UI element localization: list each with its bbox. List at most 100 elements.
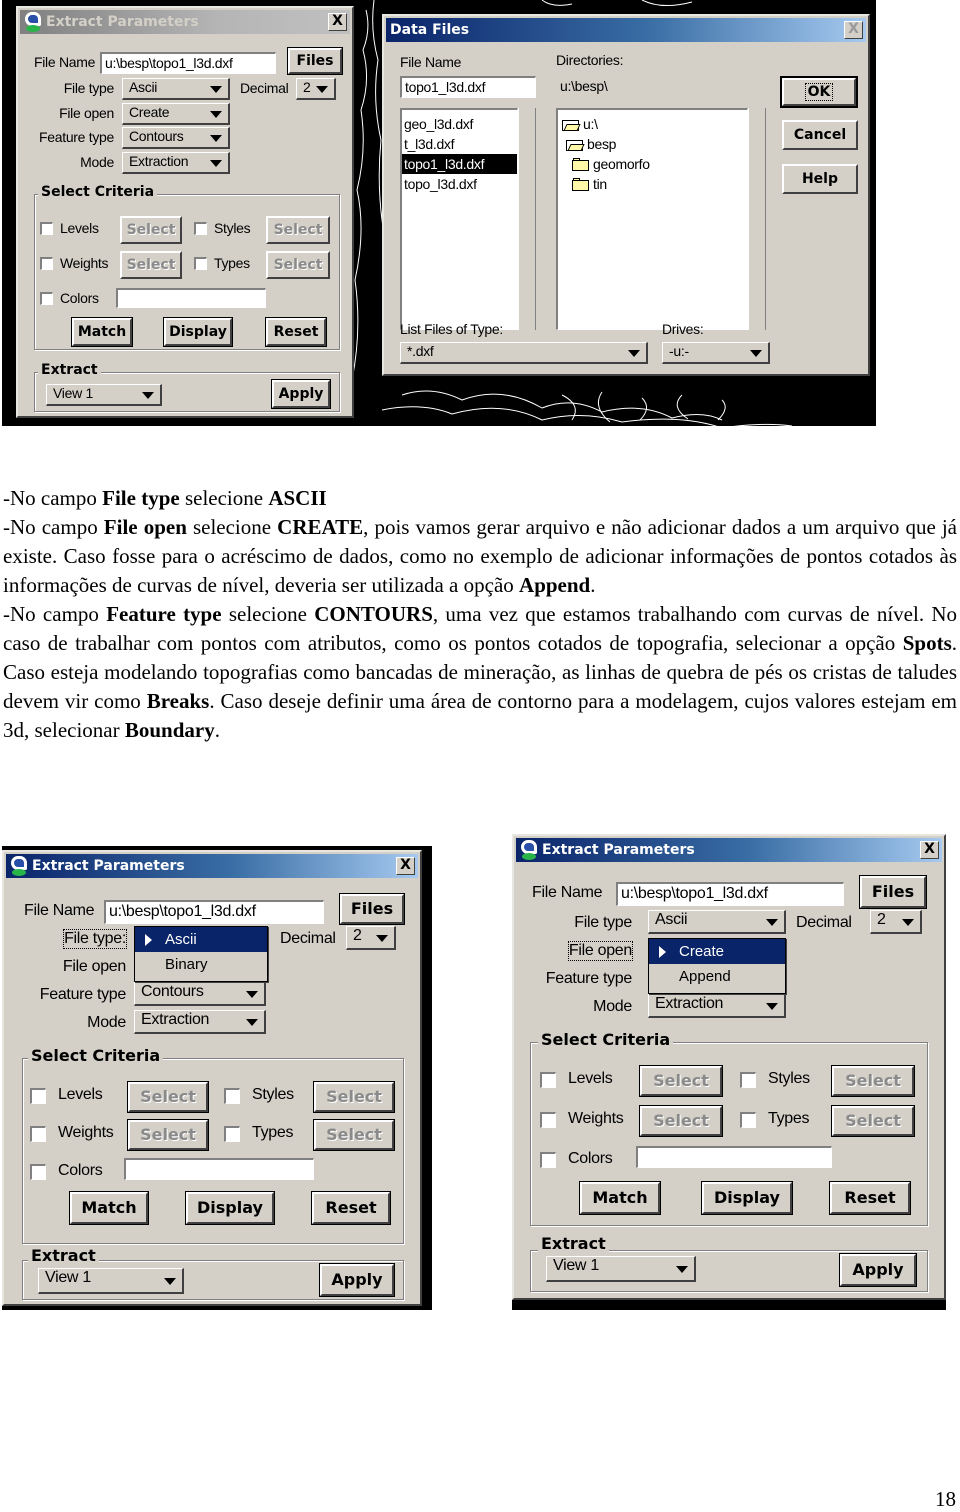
extract-title: Extract	[538, 1234, 609, 1253]
levels-select-button[interactable]: Select	[639, 1065, 723, 1097]
styles-select-button[interactable]: Select	[266, 216, 330, 244]
close-icon[interactable]: X	[844, 21, 863, 39]
directory-item[interactable]: u:\	[562, 114, 747, 134]
directory-item[interactable]: besp	[562, 134, 747, 154]
colors-input[interactable]	[124, 1158, 314, 1180]
extract-view-select[interactable]: View 1	[46, 384, 162, 406]
colors-label: Colors	[60, 290, 99, 306]
drives-select[interactable]: -u:-	[662, 342, 770, 364]
mode-select[interactable]: Extraction	[122, 152, 230, 174]
decimal-select[interactable]: 2	[346, 926, 396, 950]
colors-checkbox[interactable]	[30, 1164, 46, 1180]
close-icon[interactable]: X	[920, 841, 939, 859]
directory-tree[interactable]: u:\ besp geomorfo tin	[556, 108, 748, 330]
chevron-down-icon	[210, 159, 222, 167]
types-select-button[interactable]: Select	[313, 1119, 395, 1151]
dropdown-option-selected[interactable]: Create	[649, 939, 785, 964]
ok-button[interactable]: OK	[780, 76, 858, 108]
close-icon[interactable]: X	[396, 857, 415, 875]
directory-item[interactable]: geomorfo	[562, 154, 747, 174]
display-button[interactable]: Display	[163, 317, 233, 347]
match-button[interactable]: Match	[71, 317, 133, 347]
feature-type-select[interactable]: Contours	[122, 127, 230, 149]
types-checkbox[interactable]	[224, 1126, 240, 1142]
types-checkbox[interactable]	[194, 257, 207, 270]
chevron-down-icon	[246, 1018, 258, 1026]
colors-checkbox[interactable]	[540, 1152, 556, 1168]
file-list-item[interactable]: t_l3d.dxf	[402, 134, 517, 154]
colors-checkbox[interactable]	[40, 292, 53, 305]
extract-view-select[interactable]: View 1	[38, 1268, 184, 1294]
levels-checkbox[interactable]	[40, 222, 53, 235]
files-button[interactable]: Files	[339, 893, 405, 925]
weights-select-button[interactable]: Select	[120, 251, 182, 279]
help-button[interactable]: Help	[782, 164, 858, 194]
match-button[interactable]: Match	[69, 1191, 149, 1225]
styles-checkbox[interactable]	[194, 222, 207, 235]
styles-select-button[interactable]: Select	[313, 1081, 395, 1113]
bold-term: Spots	[902, 631, 952, 655]
file-list-item-selected[interactable]: topo1_l3d.dxf	[402, 154, 517, 174]
mode-select[interactable]: Extraction	[134, 1010, 266, 1034]
feature-type-value: Contours	[129, 128, 184, 144]
dropdown-option[interactable]: Binary	[135, 952, 267, 977]
weights-select-button[interactable]: Select	[639, 1105, 723, 1137]
mode-select[interactable]: Extraction	[648, 994, 786, 1018]
text: selecione	[221, 602, 315, 626]
weights-checkbox[interactable]	[40, 257, 53, 270]
file-type-select[interactable]: Ascii	[122, 78, 230, 100]
feature-type-select[interactable]: Contours	[134, 982, 266, 1006]
weights-checkbox[interactable]	[540, 1112, 556, 1128]
types-select-button[interactable]: Select	[831, 1105, 915, 1137]
styles-checkbox[interactable]	[740, 1072, 756, 1088]
display-button[interactable]: Display	[185, 1191, 275, 1225]
decimal-select[interactable]: 2	[870, 910, 922, 934]
file-type-select[interactable]: Ascii	[648, 910, 786, 934]
apply-button[interactable]: Apply	[319, 1263, 395, 1297]
list-files-type-select[interactable]: *.dxf	[400, 342, 648, 364]
colors-input[interactable]	[116, 288, 266, 308]
extract-title: Extract	[38, 362, 101, 378]
decimal-select[interactable]: 2	[296, 78, 336, 100]
display-button[interactable]: Display	[701, 1181, 793, 1215]
file-open-dropdown[interactable]: Create Append	[648, 938, 786, 994]
files-button[interactable]: Files	[859, 875, 927, 909]
directory-tree-scrollbar[interactable]	[748, 108, 766, 330]
file-open-select[interactable]: Create	[122, 103, 230, 125]
file-list[interactable]: geo_l3d.dxf t_l3d.dxf topo1_l3d.dxf topo…	[400, 108, 518, 330]
file-name-input[interactable]: u:\besp\topo1_l3d.dxf	[104, 900, 324, 924]
apply-button[interactable]: Apply	[839, 1253, 917, 1287]
file-name-input[interactable]: topo1_l3d.dxf	[400, 76, 536, 98]
types-checkbox[interactable]	[740, 1112, 756, 1128]
types-select-button[interactable]: Select	[266, 251, 330, 279]
apply-button[interactable]: Apply	[271, 379, 331, 409]
reset-button[interactable]: Reset	[311, 1191, 391, 1225]
cancel-button[interactable]: Cancel	[782, 120, 858, 150]
decimal-value: 2	[353, 927, 362, 944]
file-type-dropdown[interactable]: Ascii Binary	[134, 926, 268, 982]
reset-button[interactable]: Reset	[829, 1181, 911, 1215]
levels-select-button[interactable]: Select	[120, 216, 182, 244]
file-list-item[interactable]: geo_l3d.dxf	[402, 114, 517, 134]
dropdown-option[interactable]: Append	[649, 964, 785, 989]
weights-checkbox[interactable]	[30, 1126, 46, 1142]
colors-input[interactable]	[636, 1146, 832, 1168]
levels-select-button[interactable]: Select	[127, 1081, 209, 1113]
directory-item[interactable]: tin	[562, 174, 747, 194]
reset-button[interactable]: Reset	[265, 317, 327, 347]
levels-checkbox[interactable]	[30, 1088, 46, 1104]
styles-checkbox[interactable]	[224, 1088, 240, 1104]
file-list-scrollbar[interactable]	[518, 108, 536, 330]
files-button[interactable]: Files	[287, 47, 343, 75]
close-icon[interactable]: X	[328, 13, 347, 31]
styles-select-button[interactable]: Select	[831, 1065, 915, 1097]
bold-term: File type	[102, 486, 180, 510]
file-name-input[interactable]: u:\besp\topo1_l3d.dxf	[616, 882, 844, 906]
file-name-input[interactable]: u:\besp\topo1_l3d.dxf	[100, 52, 276, 74]
file-list-item[interactable]: topo_l3d.dxf	[402, 174, 517, 194]
match-button[interactable]: Match	[579, 1181, 661, 1215]
extract-view-select[interactable]: View 1	[546, 1256, 696, 1282]
levels-checkbox[interactable]	[540, 1072, 556, 1088]
weights-select-button[interactable]: Select	[127, 1119, 209, 1151]
dropdown-option-selected[interactable]: Ascii	[135, 927, 267, 952]
